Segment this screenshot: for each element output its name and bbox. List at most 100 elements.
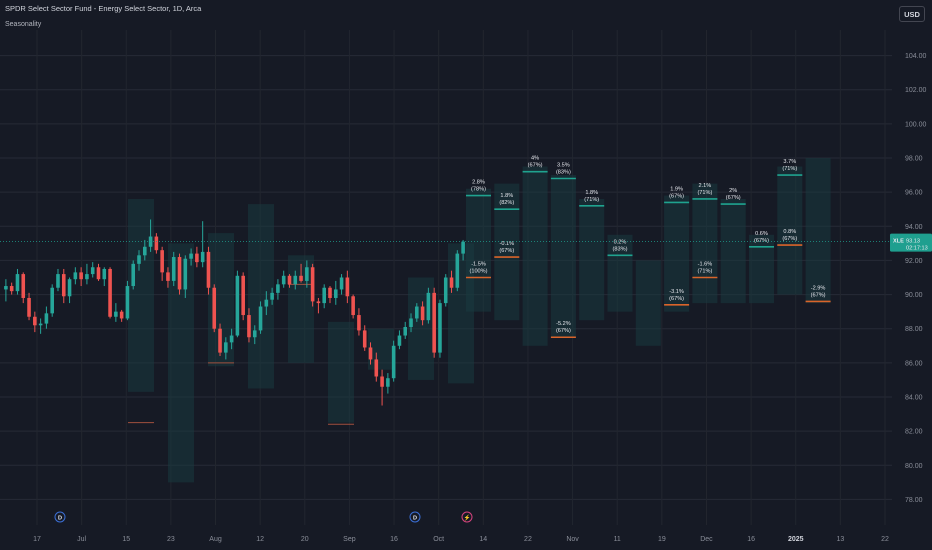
y-tick-label: 86.00 bbox=[905, 360, 923, 367]
projection-up-prob: (71%) bbox=[584, 197, 599, 203]
projection-up-prob: (82%) bbox=[499, 200, 514, 206]
candle bbox=[21, 274, 26, 298]
projection-up-label: 0.2% bbox=[614, 239, 627, 245]
y-tick-label: 102.00 bbox=[905, 87, 927, 94]
projection-down-label: -2.9% bbox=[811, 285, 826, 291]
x-tick-label: 11 bbox=[614, 536, 621, 543]
candle bbox=[305, 267, 309, 281]
candle bbox=[56, 274, 60, 288]
earnings-icon-label: ⚡ bbox=[464, 514, 471, 522]
candle bbox=[85, 274, 89, 280]
x-tick-label: Nov bbox=[566, 536, 579, 543]
projection-down-prob: (67%) bbox=[556, 328, 571, 334]
projection-down-prob: (67%) bbox=[499, 248, 514, 254]
candle bbox=[409, 318, 413, 327]
candle bbox=[339, 277, 344, 290]
projection-down-prob: (100%) bbox=[469, 269, 487, 275]
candle bbox=[195, 253, 199, 263]
candle bbox=[270, 292, 274, 300]
candle bbox=[420, 306, 425, 321]
projection-band bbox=[466, 188, 491, 312]
candle bbox=[142, 246, 147, 256]
candle bbox=[264, 299, 269, 307]
candle bbox=[362, 330, 367, 348]
candle bbox=[345, 277, 350, 297]
projection-up-prob: (67%) bbox=[528, 163, 543, 169]
candle bbox=[166, 272, 170, 281]
projection-down-label: -3.1% bbox=[669, 289, 684, 295]
candle bbox=[154, 236, 159, 251]
projection-down-label: 0.8% bbox=[783, 229, 796, 235]
event-markers: D D ⚡ bbox=[54, 511, 473, 523]
seasonal-range-bar bbox=[248, 204, 274, 389]
projection-up-prob: (78%) bbox=[471, 187, 486, 193]
y-tick-label: 90.00 bbox=[905, 292, 923, 299]
candle bbox=[316, 301, 321, 304]
projection-up-label: 4% bbox=[531, 156, 539, 162]
candle bbox=[443, 277, 448, 304]
seasonal-bands bbox=[128, 158, 831, 483]
projection-band bbox=[692, 183, 718, 304]
x-tick-label: 16 bbox=[390, 536, 398, 543]
y-tick-label: 78.00 bbox=[905, 497, 923, 504]
ticker-label: XLE bbox=[893, 239, 904, 245]
candle bbox=[322, 287, 327, 304]
candle bbox=[131, 263, 136, 287]
candle bbox=[415, 306, 419, 319]
candle bbox=[438, 303, 442, 353]
projection-band bbox=[579, 198, 605, 321]
projection-up-prob: (83%) bbox=[613, 246, 628, 252]
countdown: 02:17:13 bbox=[906, 246, 928, 252]
projection-up-label: 2.8% bbox=[472, 180, 485, 186]
candle bbox=[455, 253, 460, 288]
candle bbox=[461, 241, 465, 254]
projection-band bbox=[749, 234, 774, 304]
projection-up-prob: (71%) bbox=[697, 190, 712, 196]
y-tick-label: 96.00 bbox=[905, 190, 923, 197]
candle bbox=[61, 274, 66, 297]
candle bbox=[351, 296, 355, 316]
candle bbox=[212, 287, 217, 329]
projection-down-label: -5.2% bbox=[556, 321, 571, 327]
candle bbox=[189, 253, 193, 259]
candles bbox=[4, 219, 465, 406]
x-tick-label: 16 bbox=[747, 536, 755, 543]
x-tick-label: 19 bbox=[658, 536, 666, 543]
x-tick-label: Sep bbox=[343, 536, 356, 543]
projection-band bbox=[635, 260, 661, 346]
candle bbox=[73, 272, 78, 280]
y-tick-label: 100.00 bbox=[905, 121, 927, 128]
projection-up-label: 3.7% bbox=[783, 159, 796, 165]
projection-down-prob: (67%) bbox=[811, 292, 826, 298]
candle bbox=[299, 275, 303, 281]
candle bbox=[224, 342, 228, 353]
candle bbox=[391, 345, 396, 379]
candle bbox=[125, 286, 130, 319]
x-tick-label: 20 bbox=[301, 536, 309, 543]
x-tick-label: 2025 bbox=[788, 536, 804, 543]
projection-up-prob: (67%) bbox=[669, 193, 684, 199]
y-tick-label: 92.00 bbox=[905, 258, 923, 265]
x-tick-label: 22 bbox=[524, 536, 532, 543]
projection-up-label: 2.1% bbox=[699, 183, 712, 189]
x-tick-label: Aug bbox=[209, 536, 222, 543]
projection-down-prob: (67%) bbox=[669, 296, 684, 302]
y-tick-label: 80.00 bbox=[905, 463, 923, 470]
price-chart[interactable]: 2.8%(78%)-1.5%(100%)1.8%(82%)-0.1%(67%)4… bbox=[0, 0, 932, 550]
candle bbox=[432, 292, 436, 353]
candle bbox=[252, 330, 257, 338]
projection-up-prob: (67%) bbox=[754, 238, 769, 244]
candle bbox=[15, 274, 20, 292]
y-tick-label: 104.00 bbox=[905, 53, 927, 60]
x-tick-label: 12 bbox=[256, 536, 264, 543]
candle bbox=[235, 275, 240, 336]
candle bbox=[137, 255, 141, 264]
x-tick-label: Dec bbox=[700, 536, 713, 543]
candle bbox=[96, 267, 101, 280]
candle bbox=[328, 287, 332, 298]
candle bbox=[380, 376, 384, 387]
candle bbox=[79, 272, 83, 280]
projection-up-label: 1.8% bbox=[500, 193, 513, 199]
candle bbox=[90, 267, 95, 275]
candle bbox=[247, 315, 251, 338]
